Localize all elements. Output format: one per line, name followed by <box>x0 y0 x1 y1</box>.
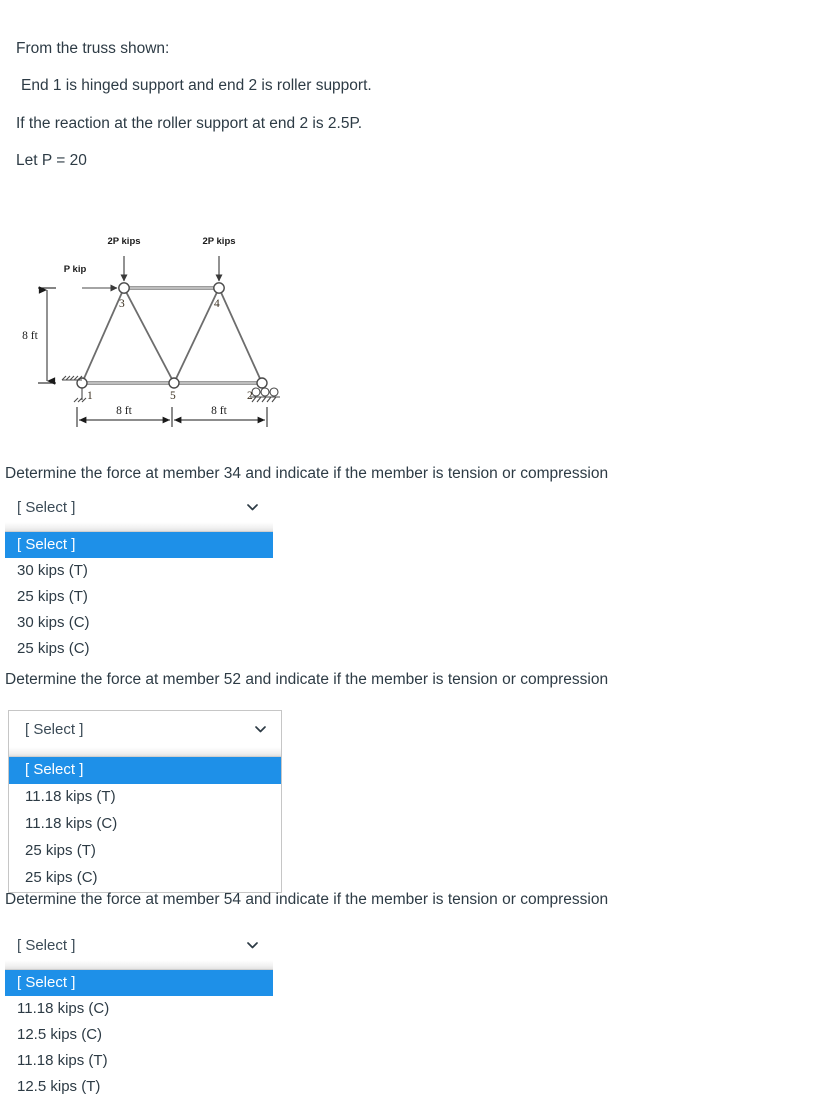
option-item[interactable]: 25 kips (T) <box>9 838 281 865</box>
problem-line-4: Let P = 20 <box>16 152 87 170</box>
problem-line-1: From the truss shown: <box>16 40 170 57</box>
select-separator-strip <box>5 522 273 532</box>
joint-label-4: 4 <box>214 298 220 310</box>
select-member-52-value: [ Select ] <box>25 720 84 738</box>
select-separator-strip <box>5 960 273 970</box>
truss-diagram: 8 ft 1 2 3 4 5 2P kips 2P kips P kip 8 f… <box>0 222 300 437</box>
select-member-34-options[interactable]: [ Select ] 30 kips (T) 25 kips (T) 30 ki… <box>5 532 273 662</box>
select-member-52[interactable]: [ Select ] [ Select ] 11.18 kips (T) 11.… <box>8 710 282 893</box>
vertical-load-arrows <box>120 256 223 282</box>
select-member-52-options[interactable]: [ Select ] 11.18 kips (T) 11.18 kips (C)… <box>9 757 281 892</box>
option-item[interactable]: [ Select ] <box>5 970 273 996</box>
option-item[interactable]: 11.18 kips (C) <box>5 996 273 1022</box>
joint-label-2: 2 <box>247 390 253 402</box>
question-text-member-52: Determine the force at member 52 and ind… <box>5 671 609 688</box>
height-dimension-label: 8 ft <box>22 330 38 342</box>
chevron-down-icon <box>246 939 259 952</box>
vertical-dimension <box>38 286 56 385</box>
select-member-34[interactable]: [ Select ] [ Select ] 30 kips (T) 25 kip… <box>5 492 273 662</box>
chevron-down-icon <box>246 501 259 514</box>
option-item[interactable]: 12.5 kips (C) <box>5 1022 273 1048</box>
option-item[interactable]: [ Select ] <box>5 532 273 558</box>
truss-joints <box>76 282 268 389</box>
chevron-down-icon <box>254 723 267 736</box>
span-label-left: 8 ft <box>116 405 132 417</box>
problem-line-3: If the reaction at the roller support at… <box>16 114 363 132</box>
question-text-member-54: Determine the force at member 54 and ind… <box>5 891 609 908</box>
select-member-34-value: [ Select ] <box>17 498 76 516</box>
option-item[interactable]: 11.18 kips (T) <box>5 1048 273 1074</box>
joint-label-1: 1 <box>87 390 93 402</box>
span-dimensions <box>76 407 268 427</box>
option-item[interactable]: 30 kips (T) <box>5 558 273 584</box>
load-label-left: 2P kips <box>107 236 140 247</box>
select-member-54-display[interactable]: [ Select ] <box>5 930 273 960</box>
option-item[interactable]: 25 kips (C) <box>9 865 281 892</box>
side-load-label: P kip <box>64 264 87 275</box>
select-member-54-value: [ Select ] <box>17 936 76 954</box>
roller-support-icon <box>250 387 280 403</box>
option-item[interactable]: [ Select ] <box>9 757 281 784</box>
problem-line-2: End 1 is hinged support and end 2 is rol… <box>21 77 372 95</box>
select-member-54-options[interactable]: [ Select ] 11.18 kips (C) 12.5 kips (C) … <box>5 970 273 1100</box>
select-member-54[interactable]: [ Select ] [ Select ] 11.18 kips (C) 12.… <box>5 930 273 1100</box>
select-member-34-display[interactable]: [ Select ] <box>5 492 273 522</box>
select-separator-strip <box>9 747 281 757</box>
joint-label-3: 3 <box>119 298 125 310</box>
option-item[interactable]: 30 kips (C) <box>5 610 273 636</box>
option-item[interactable]: 12.5 kips (T) <box>5 1074 273 1100</box>
question-text-member-34: Determine the force at member 34 and ind… <box>5 465 609 482</box>
load-label-right: 2P kips <box>202 236 235 247</box>
joint-label-5: 5 <box>170 390 176 402</box>
option-item[interactable]: 25 kips (T) <box>5 584 273 610</box>
option-item[interactable]: 11.18 kips (C) <box>9 811 281 838</box>
truss-members <box>81 286 263 385</box>
span-label-right: 8 ft <box>211 405 227 417</box>
problem-statement: From the truss shown: End 1 is hinged su… <box>0 30 814 180</box>
select-member-52-display[interactable]: [ Select ] <box>9 711 281 747</box>
option-item[interactable]: 11.18 kips (T) <box>9 784 281 811</box>
option-item[interactable]: 25 kips (C) <box>5 636 273 662</box>
